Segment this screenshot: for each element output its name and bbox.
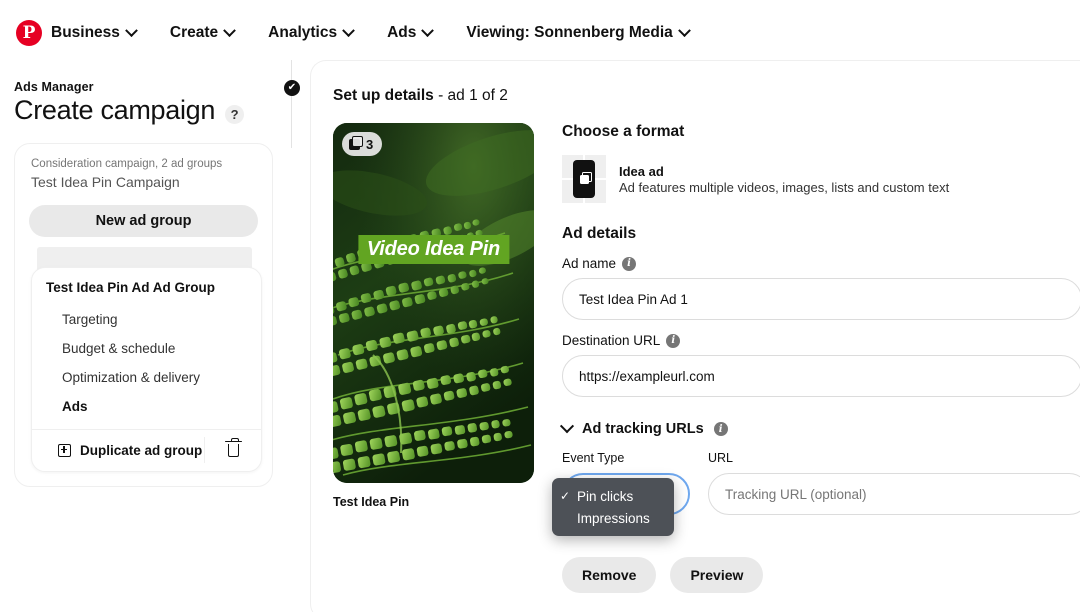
chevron-down-icon <box>342 24 355 37</box>
campaign-card: Consideration campaign, 2 ad groups Test… <box>14 143 273 487</box>
tracking-url-column: URL Tracking URL (optional) <box>708 451 1080 515</box>
sidebar-item-budget-schedule[interactable]: Budget & schedule <box>32 334 261 363</box>
nav-item-account-switcher[interactable]: Viewing: Sonnenberg Media <box>466 24 688 42</box>
chevron-down-icon <box>125 24 138 37</box>
remove-button[interactable]: Remove <box>562 557 656 593</box>
chevron-down-icon <box>223 24 236 37</box>
format-description: Ad features multiple videos, images, lis… <box>619 180 949 195</box>
fern-photo <box>333 123 534 483</box>
ad-group-card: Test Idea Pin Ad Ad Group Targeting Budg… <box>31 267 262 472</box>
campaign-sidebar: ✔ Ads Manager Create campaign ? Consider… <box>0 66 300 612</box>
nav-item-account-switcher-label: Viewing: Sonnenberg Media <box>466 24 672 42</box>
stepper-connector-line <box>291 60 292 148</box>
multiple-pages-icon <box>349 139 360 150</box>
ad-name-label: Ad name <box>562 256 616 271</box>
ad-group-title: Test Idea Pin Ad Ad Group <box>32 280 261 295</box>
pin-page-count: 3 <box>366 137 373 152</box>
duplicate-ad-group-label: Duplicate ad group <box>80 443 202 458</box>
nav-item-ads[interactable]: Ads <box>387 24 432 42</box>
breadcrumb-ads-manager: Ads Manager <box>14 80 284 94</box>
top-navigation-bar: P Business Create Analytics Ads Viewing:… <box>0 0 1080 66</box>
nav-item-ads-label: Ads <box>387 24 416 42</box>
event-type-dropdown-menu[interactable]: ✓ Pin clicks ✓ Impressions <box>552 478 674 536</box>
chevron-down-icon <box>422 24 435 37</box>
check-icon: ✓ <box>560 489 571 503</box>
nav-item-create-label: Create <box>170 24 218 42</box>
event-type-column: Event Type ✓ Pin clicks ✓ Impressions <box>562 451 708 515</box>
duplicate-icon <box>58 444 71 457</box>
pin-page-count-badge: 3 <box>342 132 382 156</box>
pinterest-logo-icon[interactable]: P <box>16 20 42 46</box>
pin-preview-card[interactable]: 3 Video Idea Pin <box>333 123 534 483</box>
info-icon[interactable]: i <box>666 334 680 348</box>
dropdown-option-pin-clicks[interactable]: ✓ Pin clicks <box>552 485 674 507</box>
chevron-down-icon <box>678 24 691 37</box>
ad-form-column: Choose a format Idea ad Ad features mult… <box>538 123 1080 593</box>
dropdown-option-impressions-label: Impressions <box>577 511 650 526</box>
destination-url-label: Destination URL <box>562 333 660 348</box>
nav-item-business-label: Business <box>51 24 120 42</box>
nav-item-analytics-label: Analytics <box>268 24 337 42</box>
ad-details-heading: Ad details <box>562 225 1080 243</box>
destination-url-label-row: Destination URL i <box>562 333 1080 348</box>
event-type-header: Event Type <box>562 451 708 465</box>
delete-ad-group-button[interactable] <box>205 444 261 457</box>
panel-body: 3 Video Idea Pin Test Idea Pin Choose a … <box>333 123 1080 593</box>
idea-ad-icon <box>562 155 606 203</box>
ad-tracking-urls-toggle[interactable]: Ad tracking URLs i <box>562 421 1080 437</box>
trash-icon <box>228 444 239 457</box>
dropdown-option-pin-clicks-label: Pin clicks <box>577 489 633 504</box>
tracking-url-input[interactable]: Tracking URL (optional) <box>708 473 1080 515</box>
tracking-grid: Event Type ✓ Pin clicks ✓ Impressions <box>562 451 1080 515</box>
ad-name-label-row: Ad name i <box>562 256 1080 271</box>
url-header: URL <box>708 451 1080 465</box>
dropdown-option-impressions[interactable]: ✓ Impressions <box>552 507 674 529</box>
nav-item-create[interactable]: Create <box>170 24 234 42</box>
duplicate-ad-group-button[interactable]: Duplicate ad group <box>32 443 204 458</box>
choose-format-heading: Choose a format <box>562 123 1080 141</box>
preview-button[interactable]: Preview <box>670 557 763 593</box>
page-title-row: Create campaign ? <box>14 95 284 126</box>
page-title: Create campaign <box>14 95 215 126</box>
sidebar-item-targeting[interactable]: Targeting <box>32 305 261 334</box>
nav-item-analytics[interactable]: Analytics <box>268 24 353 42</box>
format-option-idea-ad[interactable]: Idea ad Ad features multiple videos, ima… <box>562 155 1080 203</box>
destination-url-input[interactable]: https://exampleurl.com <box>562 355 1080 397</box>
info-icon[interactable]: i <box>714 422 728 436</box>
step-complete-check-icon: ✔ <box>284 80 300 96</box>
format-name: Idea ad <box>619 164 949 179</box>
campaign-summary: Consideration campaign, 2 ad groups <box>15 156 272 173</box>
pin-overlay-text: Video Idea Pin <box>358 235 509 264</box>
sidebar-item-optimization-delivery[interactable]: Optimization & delivery <box>32 363 261 392</box>
nav-item-business[interactable]: Business <box>51 24 136 42</box>
ad-setup-panel: Set up details - ad 1 of 2 <box>310 60 1080 612</box>
action-button-row: Remove Preview <box>562 557 1080 593</box>
info-icon[interactable]: i <box>622 257 636 271</box>
ad-name-input[interactable]: Test Idea Pin Ad 1 <box>562 278 1080 320</box>
check-icon-placeholder: ✓ <box>560 511 571 525</box>
ad-tracking-urls-label: Ad tracking URLs <box>582 421 704 437</box>
pin-preview-column: 3 Video Idea Pin Test Idea Pin <box>333 123 538 593</box>
new-ad-group-button[interactable]: New ad group <box>29 205 258 237</box>
ad-group-footer: Duplicate ad group <box>32 429 261 471</box>
panel-title: Set up details - ad 1 of 2 <box>333 87 1080 105</box>
help-icon[interactable]: ? <box>225 105 244 124</box>
chevron-down-icon <box>560 419 574 433</box>
pin-caption: Test Idea Pin <box>333 495 538 509</box>
panel-title-main: Set up details <box>333 87 434 104</box>
sidebar-item-ads[interactable]: Ads <box>32 392 261 421</box>
panel-title-sub: - ad 1 of 2 <box>434 87 508 104</box>
campaign-name: Test Idea Pin Campaign <box>15 173 272 192</box>
